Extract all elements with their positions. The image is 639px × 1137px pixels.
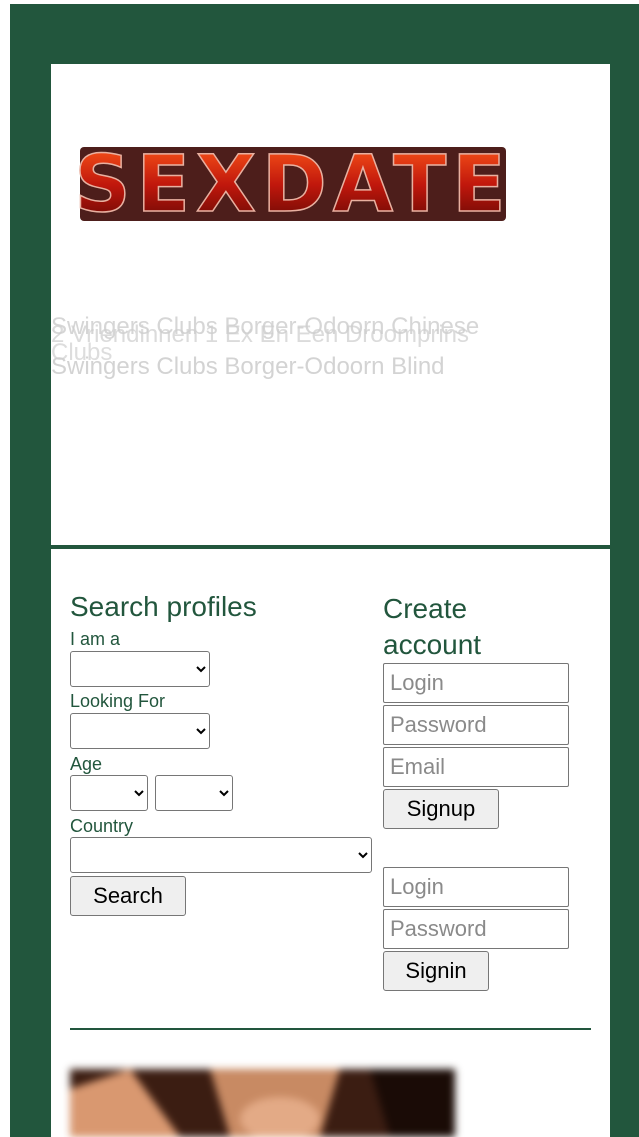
age-max-select[interactable] (155, 775, 233, 811)
age-label: Age (70, 754, 103, 774)
search-button[interactable]: Search (70, 876, 186, 916)
header-panel: SEXDATE Swingers Clubs Borger-Odoorn Chi… (51, 64, 610, 545)
country-select[interactable] (70, 837, 372, 873)
signup-login-input[interactable] (383, 663, 569, 703)
country-label: Country (70, 816, 134, 836)
section-divider (70, 1028, 591, 1030)
search-profiles-title: Search profiles (70, 591, 257, 622)
signin-button[interactable]: Signin (383, 951, 489, 991)
create-account-title: Create account (383, 593, 482, 660)
signin-login-input[interactable] (383, 867, 569, 907)
link-text-2[interactable]: 2 Vriendinnen 1 Ex En Een Droomprins (51, 320, 469, 350)
content-panel: Search profiles I am a Looking For Age C… (51, 549, 610, 1137)
signup-button[interactable]: Signup (383, 789, 499, 829)
link-text-4[interactable]: Clubs (51, 338, 112, 368)
site-logo[interactable]: SEXDATE (78, 139, 508, 229)
i-am-select[interactable] (70, 651, 210, 687)
logo-text: SEXDATE (78, 140, 508, 229)
signup-email-input[interactable] (383, 747, 569, 787)
looking-for-select[interactable] (70, 713, 210, 749)
signin-password-input[interactable] (383, 909, 569, 949)
signup-password-input[interactable] (383, 705, 569, 745)
i-am-label: I am a (70, 629, 121, 649)
looking-for-label: Looking For (70, 691, 166, 711)
profile-photo[interactable] (70, 1069, 455, 1137)
age-min-select[interactable] (70, 775, 148, 811)
